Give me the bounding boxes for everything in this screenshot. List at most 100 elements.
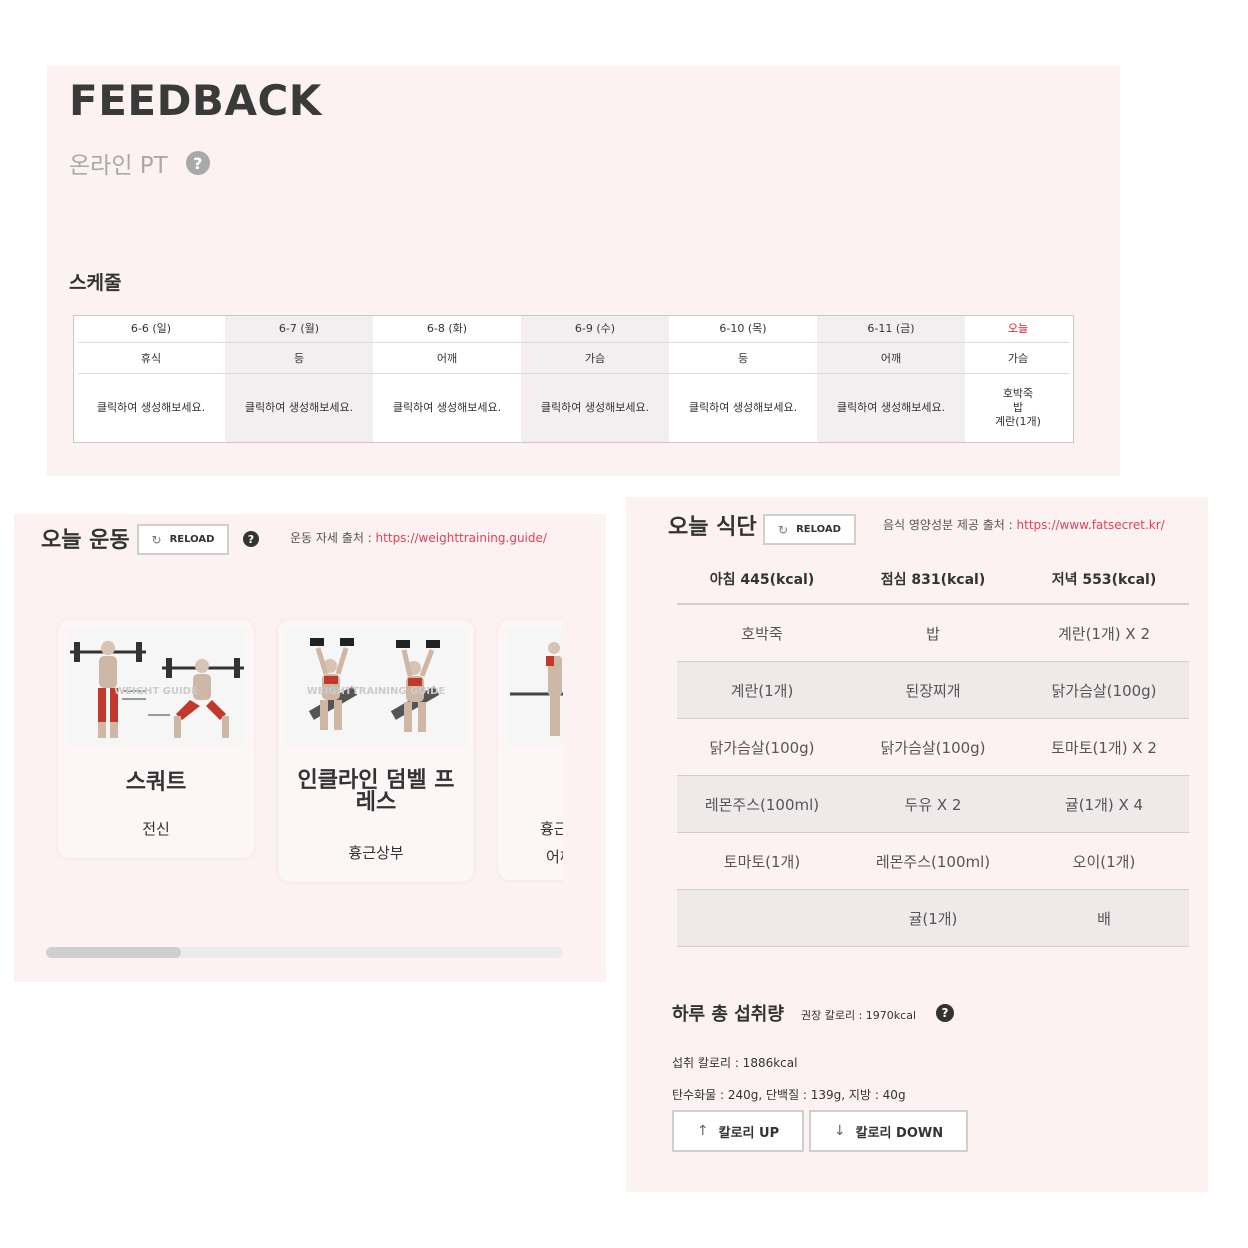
reload-icon: ↻ (778, 522, 789, 537)
table-row: 레몬주스(100ml) 두유 X 2 귤(1개) X 4 (677, 776, 1189, 833)
exercise-card[interactable]: WEIGHT GUIDE 스쿼트 전신 (58, 620, 254, 858)
exercise-target-partial: 어깨 (546, 848, 563, 866)
schedule-generate-link[interactable]: 클릭하여 생성해보세요. (521, 374, 669, 442)
reload-label: RELOAD (796, 524, 841, 535)
table-cell: 두유 X 2 (904, 795, 962, 814)
table-cell: 호박죽 (741, 624, 783, 643)
schedule-day-4: 6-10 (목) 등 클릭하여 생성해보세요. (669, 316, 817, 442)
schedule-generate-link[interactable]: 클릭하여 생성해보세요. (225, 374, 373, 442)
diet-reload-button[interactable]: ↻ RELOAD (763, 514, 856, 545)
schedule-body-part: 가슴 (584, 352, 606, 365)
schedule-divider (78, 342, 1069, 343)
exercise-name: 스쿼트 (125, 770, 187, 795)
partial-exercise-illustration (506, 628, 563, 746)
schedule-body-part: 어깨 (436, 352, 458, 365)
calorie-up-label: 칼로리 UP (718, 1125, 780, 1141)
diet-source: 음식 영양성분 제공 출처 : https://www.fatsecret.kr… (883, 516, 1165, 533)
meal-item: 호박죽 (1002, 387, 1034, 400)
calorie-up-button[interactable]: ↑ 칼로리 UP (672, 1110, 804, 1152)
svg-text:WEIGHT GUIDE: WEIGHT GUIDE (114, 686, 198, 697)
table-cell: 닭가슴살(100g) (1051, 681, 1157, 700)
table-cell: 된장찌개 (905, 681, 961, 700)
help-icon[interactable]: ? (185, 151, 210, 175)
table-cell: 귤(1개) (908, 909, 958, 928)
help-icon[interactable]: ? (243, 531, 259, 547)
schedule-generate-link[interactable]: 클릭하여 생성해보세요. (669, 374, 817, 442)
schedule-generate-link[interactable]: 클릭하여 생성해보세요. (373, 374, 521, 442)
column-header-lunch: 점심 831(kcal) (880, 572, 986, 588)
table-cell: 밥 (926, 624, 940, 643)
intake-calories: 섭취 칼로리 : 1886kcal (672, 1056, 798, 1070)
schedule-date: 6-7 (월) (278, 322, 320, 335)
table-cell: 레몬주스(100ml) (704, 795, 820, 814)
source-prefix: 음식 영양성분 제공 출처 : (883, 518, 1017, 532)
squat-illustration: WEIGHT GUIDE (66, 628, 246, 746)
exercise-name-line: 레스 (355, 790, 397, 815)
exercise-name-line: 인클라인 덤벨 프 (297, 768, 455, 793)
meal-table-header: 아침 445(kcal) 점심 831(kcal) 저녁 553(kcal) (677, 559, 1189, 605)
table-cell: 닭가슴살(100g) (709, 738, 815, 757)
schedule-meal-text: 클릭하여 생성해보세요. (96, 401, 206, 414)
daily-intake-title: 하루 총 섭취량 (672, 1004, 784, 1025)
calorie-down-button[interactable]: ↓ 칼로리 DOWN (809, 1110, 968, 1152)
schedule-divider (78, 373, 1069, 374)
column-header-breakfast: 아침 445(kcal) (709, 572, 815, 588)
diet-title: 오늘 식단 (668, 515, 757, 540)
source-prefix: 운동 자세 출처 : (290, 531, 376, 545)
schedule-day-2: 6-8 (화) 어깨 클릭하여 생성해보세요. (373, 316, 521, 442)
recommended-calories: 권장 칼로리 : 1970kcal (801, 1009, 917, 1022)
schedule-date: 6-9 (수) (574, 322, 616, 335)
schedule-title: 스케줄 (69, 272, 122, 294)
reload-icon: ↻ (151, 532, 162, 547)
schedule-date: 6-6 (일) (130, 322, 172, 335)
help-icon[interactable]: ? (936, 1004, 954, 1022)
table-row: 귤(1개) 배 (677, 890, 1189, 947)
table-cell: 계란(1개) X 2 (1057, 624, 1150, 643)
table-row: 계란(1개) 된장찌개 닭가슴살(100g) (677, 662, 1189, 719)
schedule-meal-text: 클릭하여 생성해보세요. (540, 401, 650, 414)
exercise-name: 인클라인 덤벨 프 레스 (286, 770, 466, 814)
schedule-body-part: 휴식 (140, 352, 162, 365)
schedule-day-0: 6-6 (일) 휴식 클릭하여 생성해보세요. (77, 316, 225, 442)
schedule-generate-link[interactable]: 클릭하여 생성해보세요. (77, 374, 225, 442)
schedule-table: 6-6 (일) 휴식 클릭하여 생성해보세요. 6-7 (월) 등 클릭하여 생… (73, 315, 1074, 443)
table-row: 토마토(1개) 레몬주스(100ml) 오이(1개) (677, 833, 1189, 890)
meal-item: 계란(1개) (995, 415, 1041, 428)
exercise-source-link[interactable]: https://weighttraining.guide/ (376, 531, 547, 545)
diet-source-link[interactable]: https://www.fatsecret.kr/ (1017, 518, 1165, 532)
exercise-card-strip[interactable]: WEIGHT GUIDE 스쿼트 전신 WEIGHTTRAINING GUIDE… (46, 612, 563, 902)
schedule-date: 6-8 (화) (426, 322, 468, 335)
table-cell: 오이(1개) (1072, 852, 1136, 871)
table-cell: 토마토(1개) (723, 852, 801, 871)
table-row: 호박죽 밥 계란(1개) X 2 (677, 605, 1189, 662)
table-row: 닭가슴살(100g) 닭가슴살(100g) 토마토(1개) X 2 (677, 719, 1189, 776)
table-cell: 배 (1097, 909, 1111, 928)
intake-macros: 탄수화물 : 240g, 단백질 : 139g, 지방 : 40g (672, 1088, 906, 1102)
schedule-body-part: 어깨 (880, 352, 902, 365)
table-cell: 귤(1개) X 4 (1064, 795, 1144, 814)
schedule-generate-link[interactable]: 클릭하여 생성해보세요. (817, 374, 965, 442)
schedule-today-meal: 호박죽 밥 계란(1개) (965, 374, 1071, 442)
schedule-day-today: 오늘 가슴 호박죽 밥 계란(1개) (965, 316, 1071, 442)
table-cell: 토마토(1개) X 2 (1051, 738, 1157, 757)
schedule-date-today: 오늘 (1007, 322, 1029, 335)
horizontal-scrollbar[interactable] (46, 947, 563, 958)
table-cell: 계란(1개) (730, 681, 794, 700)
page-subtitle-row: 온라인 PT ? (69, 146, 210, 180)
scrollbar-thumb[interactable] (46, 947, 181, 958)
column-header-dinner: 저녁 553(kcal) (1051, 572, 1157, 588)
exercise-reload-button[interactable]: ↻ RELOAD (137, 524, 229, 555)
exercise-source: 운동 자세 출처 : https://weighttraining.guide/ (290, 529, 547, 546)
exercise-card[interactable]: 흉근 어깨 (498, 620, 563, 880)
svg-text:WEIGHTTRAINING GUIDE: WEIGHTTRAINING GUIDE (307, 686, 446, 697)
schedule-body-part: 등 (293, 352, 305, 365)
schedule-body-part: 등 (737, 352, 749, 365)
schedule-body-part: 가슴 (1007, 352, 1029, 365)
table-cell (677, 890, 847, 946)
calorie-down-label: 칼로리 DOWN (855, 1125, 944, 1141)
schedule-date: 6-11 (금) (867, 322, 915, 335)
exercise-card[interactable]: WEIGHTTRAINING GUIDE 인클라인 덤벨 프 레스 흉근상부 (278, 620, 474, 882)
meal-table: 아침 445(kcal) 점심 831(kcal) 저녁 553(kcal) 호… (677, 559, 1189, 947)
exercise-target-muscle: 전신 (142, 820, 170, 838)
reload-label: RELOAD (169, 534, 215, 545)
